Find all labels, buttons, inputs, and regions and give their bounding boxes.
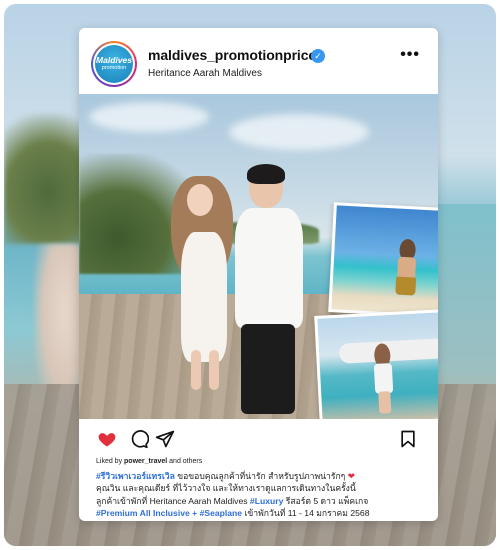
liked-by-text: Liked by power_travel and others: [96, 458, 203, 465]
comment-icon[interactable]: [129, 429, 149, 449]
hashtag[interactable]: #Luxury: [250, 496, 283, 506]
background-water: [436, 204, 496, 364]
post-header: Maldives promotion maldives_promotionpri…: [79, 28, 438, 94]
inset-photo-seaplane[interactable]: [314, 308, 438, 419]
avatar-logo: Maldives promotion: [95, 45, 133, 83]
liked-by-user[interactable]: power_travel: [124, 458, 167, 465]
cloud: [89, 102, 209, 132]
cloud: [229, 114, 369, 150]
instagram-post-card: Maldives promotion maldives_promotionpri…: [79, 28, 438, 521]
avatar[interactable]: Maldives promotion: [91, 41, 137, 87]
hashtag[interactable]: #Premium All Inclusive + #Seaplane: [96, 508, 242, 518]
more-options-icon[interactable]: •••: [400, 46, 420, 64]
inset-photo-beach[interactable]: [328, 202, 438, 320]
heart-icon[interactable]: [97, 429, 117, 449]
post-caption: #รีวิวเพาเวอร์แทรเวิล ขอขอบคุณลูกค้าที่น…: [96, 471, 370, 519]
location-label[interactable]: Heritance Aarah Maldives: [148, 68, 262, 79]
share-icon[interactable]: [155, 429, 175, 449]
heart-emoji: ❤: [347, 471, 355, 481]
bookmark-icon[interactable]: [398, 429, 418, 449]
post-actions: [79, 419, 438, 457]
verified-badge-icon: ✓: [311, 49, 325, 63]
post-photo[interactable]: [79, 94, 438, 419]
man-figure: [229, 164, 309, 414]
hashtag[interactable]: #รีวิวเพาเวอร์แทรเวิล: [96, 471, 175, 481]
username[interactable]: maldives_promotionprice: [148, 47, 316, 63]
